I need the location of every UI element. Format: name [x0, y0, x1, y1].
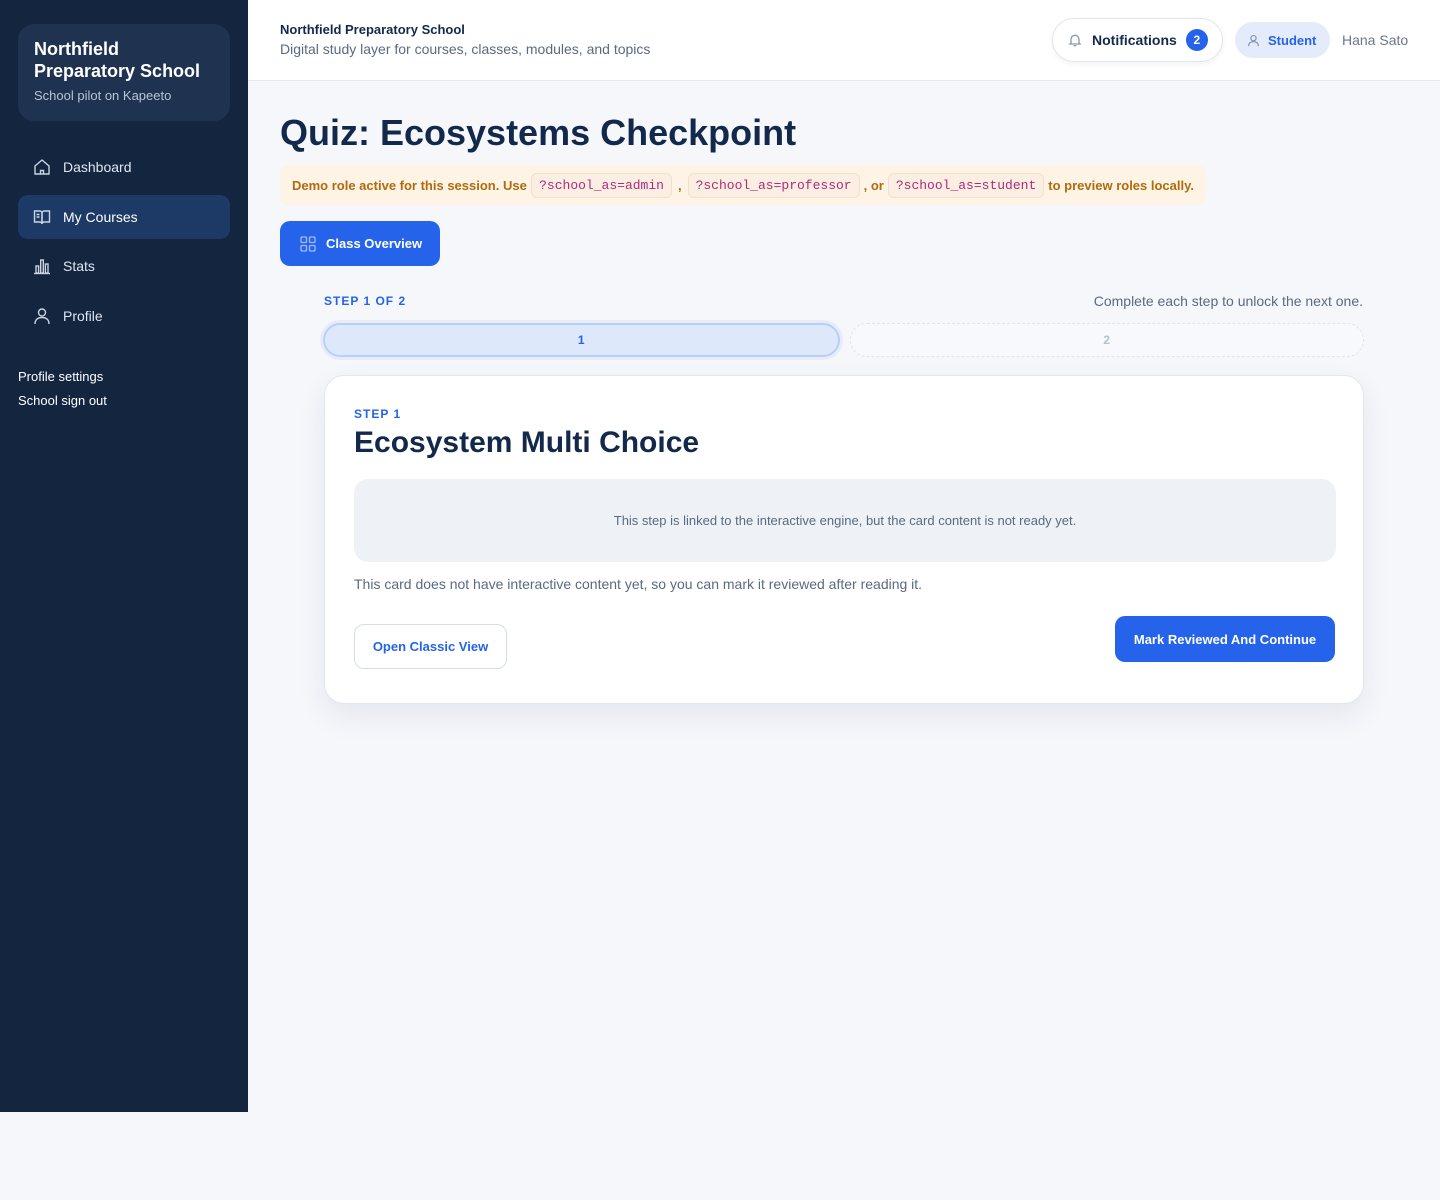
sidebar-item-dashboard[interactable]: Dashboard — [18, 145, 230, 189]
sidebar-item-label: Stats — [63, 258, 95, 274]
code-professor: ?school_as=professor — [687, 172, 860, 198]
step-pill-1[interactable]: 1 — [323, 323, 840, 357]
step-pill-2: 2 — [849, 323, 1364, 357]
role-chip[interactable]: Student — [1235, 22, 1330, 58]
card-title: Ecosystem Multi Choice — [354, 426, 700, 459]
banner-prefix: Demo role active for this session. Use — [292, 177, 527, 193]
sidebar-links: Profile settings School sign out — [18, 369, 107, 417]
sidebar-item-stats[interactable]: Stats — [18, 244, 230, 288]
sidebar: Northfield Preparatory School School pil… — [0, 0, 248, 1112]
notifications-count-badge: 2 — [1185, 29, 1208, 51]
step-card: STEP 1 Ecosystem Multi Choice This step … — [324, 375, 1364, 704]
card-step-label: STEP 1 — [354, 407, 402, 421]
sidebar-item-profile[interactable]: Profile — [18, 294, 230, 338]
sidebar-item-label: Dashboard — [63, 159, 132, 175]
bell-icon — [1068, 33, 1082, 47]
card-note: This card does not have interactive cont… — [354, 576, 923, 592]
engine-placeholder: This step is linked to the interactive e… — [354, 479, 1336, 562]
step-hint: Complete each step to unlock the next on… — [1093, 293, 1363, 309]
class-overview-button[interactable]: Class Overview — [280, 221, 440, 266]
notifications-label: Notifications — [1092, 32, 1177, 48]
code-student: ?school_as=student — [887, 172, 1045, 198]
sidebar-item-label: Profile — [63, 307, 103, 324]
profile-settings-link[interactable]: Profile settings — [18, 369, 107, 384]
banner-separator: , — [677, 177, 682, 193]
brand-title: Northfield Preparatory School — [34, 39, 201, 81]
notifications-button[interactable]: Notifications 2 — [1052, 18, 1223, 62]
class-overview-label: Class Overview — [326, 236, 423, 251]
banner-suffix: to preview roles locally. — [1048, 177, 1194, 193]
page-title: Quiz: Ecosystems Checkpoint — [280, 112, 797, 153]
engine-message: This step is linked to the interactive e… — [613, 513, 1077, 528]
sign-out-link[interactable]: School sign out — [18, 393, 107, 408]
banner-separator: , or — [863, 177, 884, 193]
brand-card: Northfield Preparatory School School pil… — [18, 24, 230, 121]
user-name: Hana Sato — [1342, 32, 1409, 48]
header-subtitle: Digital study layer for courses, classes… — [280, 41, 651, 57]
sidebar-item-my-courses[interactable]: My Courses — [18, 194, 230, 239]
mark-reviewed-button[interactable]: Mark Reviewed And Continue — [1115, 616, 1335, 662]
brand-subtitle: School pilot on Kapeeto — [34, 88, 172, 103]
home-icon — [32, 157, 52, 177]
step-counter: STEP 1 OF 2 — [324, 294, 407, 308]
user-icon — [1247, 34, 1260, 47]
top-header: Northfield Preparatory School Digital st… — [248, 0, 1440, 81]
sidebar-nav: Dashboard My Courses Stats Profile — [18, 145, 230, 343]
bar-chart-icon — [32, 256, 52, 276]
header-title: Northfield Preparatory School — [280, 22, 465, 37]
demo-role-banner: Demo role active for this session. Use ?… — [280, 165, 1206, 205]
step-progress: 1 2 — [323, 323, 1364, 357]
role-label: Student — [1268, 32, 1317, 48]
grid-icon — [300, 235, 326, 252]
user-icon — [32, 306, 52, 326]
code-admin: ?school_as=admin — [531, 172, 672, 198]
sidebar-item-label: My Courses — [63, 208, 138, 225]
book-icon — [32, 207, 52, 227]
open-classic-view-button[interactable]: Open Classic View — [354, 624, 507, 669]
